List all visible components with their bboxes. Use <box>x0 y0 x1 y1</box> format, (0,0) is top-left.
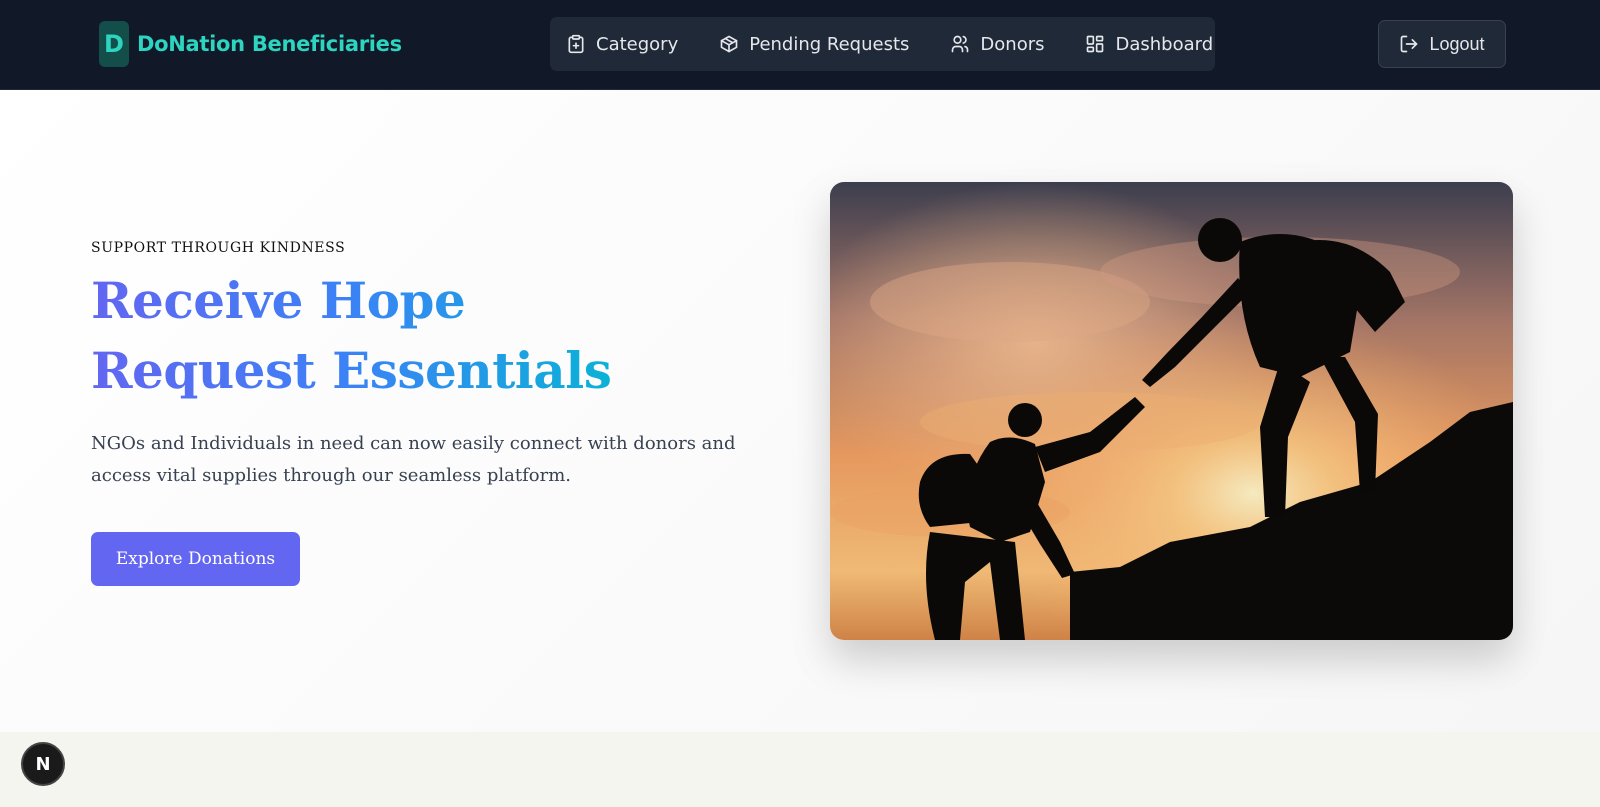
top-navbar: D DoNation Beneficiaries Category Pendin… <box>0 0 1600 90</box>
explore-donations-button[interactable]: Explore Donations <box>91 532 300 586</box>
nav-item-label: Donors <box>980 33 1045 55</box>
nav-item-pending-requests[interactable]: Pending Requests <box>719 34 909 55</box>
logout-button[interactable]: Logout <box>1378 20 1506 68</box>
clipboard-plus-icon <box>568 34 584 54</box>
package-icon <box>720 35 738 53</box>
hero-headline: Receive Hope Request Essentials <box>91 266 731 406</box>
hero-description: NGOs and Individuals in need can now eas… <box>91 433 736 486</box>
nav-item-donors[interactable]: Donors <box>950 34 1044 55</box>
helping-hand-silhouette-image <box>830 182 1513 640</box>
nav-item-label: Dashboard <box>1115 33 1214 55</box>
hero-eyebrow: SUPPORT THROUGH KINDNESS <box>91 240 346 256</box>
brand-name: DoNation Beneficiaries <box>137 32 402 56</box>
nav-item-label: Category <box>596 33 679 55</box>
layout-grid-icon <box>1087 35 1104 53</box>
hero-image <box>830 182 1513 640</box>
nav-item-label: Pending Requests <box>749 33 910 55</box>
main-nav: Category Pending Requests Donors Dashboa… <box>550 17 1215 71</box>
brand-link[interactable]: D DoNation Beneficiaries <box>99 21 402 67</box>
dev-tools-badge[interactable]: N <box>21 742 65 786</box>
nav-item-category[interactable]: Category <box>566 34 678 55</box>
next-section <box>0 732 1600 807</box>
brand-logo: D <box>99 21 129 67</box>
users-icon <box>952 35 969 53</box>
hero-headline-line1: Receive Hope <box>91 271 466 330</box>
logout-label: Logout <box>1429 33 1485 54</box>
log-out-icon <box>1401 35 1418 53</box>
nav-item-dashboard[interactable]: Dashboard <box>1085 34 1213 55</box>
hero-section: SUPPORT THROUGH KINDNESS Receive Hope Re… <box>0 90 1600 732</box>
hero-headline-line2: Request Essentials <box>91 341 612 400</box>
